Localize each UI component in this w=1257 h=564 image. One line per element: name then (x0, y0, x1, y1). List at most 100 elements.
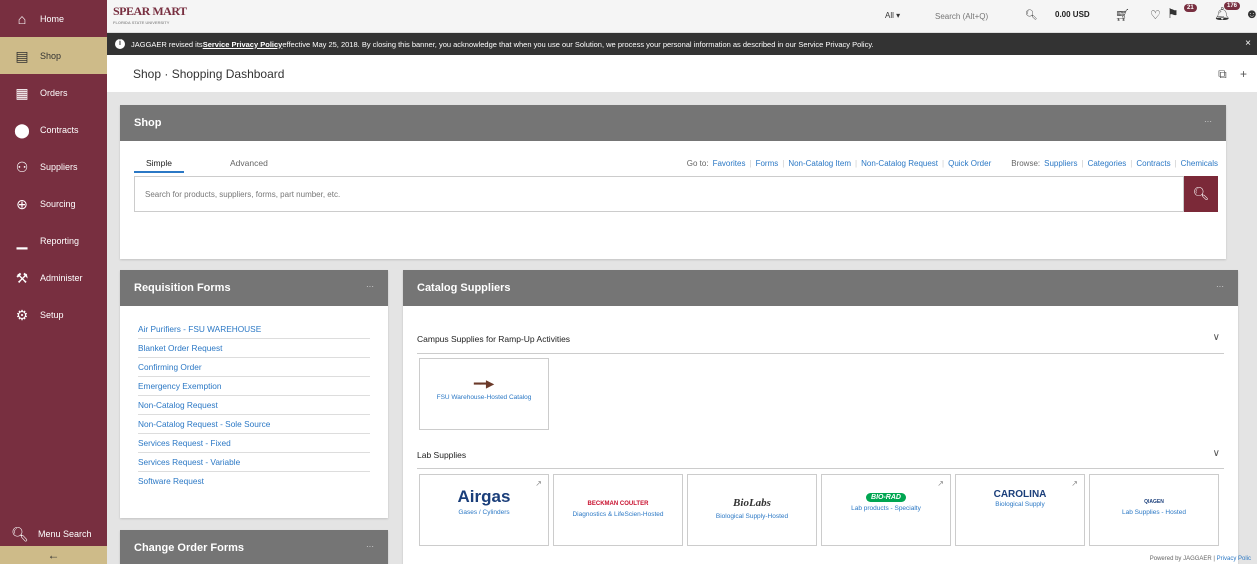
link-favorites[interactable]: Favorites (713, 159, 746, 168)
sidebar-item-orders[interactable]: ▦ Orders (0, 74, 107, 111)
external-link-icon[interactable]: ↗ (937, 479, 944, 488)
supplier-tile-airgas[interactable]: ↗ Airgas Gases / Cylinders (419, 474, 549, 546)
supplier-tile-qiagen[interactable]: QIAGEN Lab Supplies - Hosted (1089, 474, 1219, 546)
list-item[interactable]: Software Request (138, 472, 370, 491)
sidebar-item-administer[interactable]: ⚒ Administer (0, 259, 107, 296)
page-actions: ⧉ + (1208, 67, 1247, 82)
banner-text-before: JAGGAER revised its (131, 39, 203, 49)
sidebar-item-shop[interactable]: ▤ Shop (0, 37, 107, 74)
catalog-suppliers-panel: Catalog Suppliers ··· Campus Supplies fo… (403, 270, 1238, 564)
cart-total[interactable]: 0.00 USD (1055, 10, 1090, 19)
list-item[interactable]: Non-Catalog Request (138, 396, 370, 415)
more-options-icon[interactable]: ··· (1204, 117, 1212, 126)
link-quick-order[interactable]: Quick Order (948, 159, 991, 168)
privacy-policy-footer-link[interactable]: Privacy Polic (1217, 556, 1251, 562)
sidebar-item-label: Shop (40, 50, 62, 61)
sidebar-item-label: Reporting (40, 235, 80, 246)
list-item[interactable]: Blanket Order Request (138, 339, 370, 358)
more-options-icon[interactable]: ··· (1216, 282, 1224, 291)
search-icon: 🔍︎ (1192, 186, 1210, 201)
sidebar-item-reporting[interactable]: ▁ Reporting (0, 222, 107, 259)
external-link-icon[interactable]: ↗ (535, 479, 542, 488)
list-item[interactable]: Air Purifiers - FSU WAREHOUSE (138, 320, 370, 339)
top-header: SPEAR MART FLORIDA STATE UNIVERSITY All … (107, 0, 1257, 33)
supplier-tile-fsu-warehouse[interactable]: ━━▶ FSU Warehouse-Hosted Catalog (419, 358, 549, 430)
browse-label: Browse: (1011, 159, 1041, 168)
tab-simple[interactable]: Simple (134, 158, 184, 173)
collapse-sidebar-button[interactable]: ← (0, 546, 107, 564)
link-non-catalog-item[interactable]: Non-Catalog Item (788, 159, 851, 168)
sidebar-item-label: Administer (40, 272, 83, 283)
list-item[interactable]: Confirming Order (138, 358, 370, 377)
link-non-catalog-request[interactable]: Non-Catalog Request (861, 159, 938, 168)
list-item[interactable]: Services Request - Fixed (138, 434, 370, 453)
link-forms[interactable]: Forms (756, 159, 779, 168)
footer: Powered by JAGGAER | Privacy Polic (1150, 556, 1251, 562)
setup-icon: ⚙ (15, 306, 29, 323)
close-icon[interactable]: × (1245, 38, 1251, 49)
sidebar-item-label: Home (40, 13, 65, 24)
supplier-logo: BIO-RAD (866, 493, 906, 502)
product-search-input[interactable]: Search for products, suppliers, forms, p… (134, 176, 1184, 212)
supplier-label: Diagnostics & LifeScien-Hosted (572, 511, 664, 518)
cart-icon: ▤ (15, 47, 29, 64)
sidebar-item-label: Suppliers (40, 161, 78, 172)
chevron-down-icon[interactable]: ∨ (1213, 448, 1220, 459)
chevron-down-icon[interactable]: ∨ (1213, 332, 1220, 343)
more-options-icon[interactable]: ··· (366, 282, 374, 291)
arrow-left-icon: ← (47, 548, 60, 562)
shop-panel-title: Shop (134, 117, 162, 129)
sidebar-item-label: Sourcing (40, 198, 76, 209)
copy-icon[interactable]: ⧉ (1218, 67, 1227, 81)
supplier-tile-carolina[interactable]: ↗ CAROLINA Biological Supply (955, 474, 1085, 546)
tab-advanced[interactable]: Advanced (218, 158, 280, 173)
sidebar-item-label: Contracts (40, 124, 79, 135)
logo[interactable]: SPEAR MART FLORIDA STATE UNIVERSITY (113, 4, 187, 25)
link-suppliers[interactable]: Suppliers (1044, 159, 1077, 168)
more-options-icon[interactable]: ··· (366, 542, 374, 551)
user-icon[interactable]: ☻ (1245, 6, 1257, 21)
cart-icon[interactable]: 🛒︎ (1115, 8, 1130, 22)
change-order-forms-title: Change Order Forms (134, 542, 245, 554)
list-item[interactable]: Non-Catalog Request - Sole Source (138, 415, 370, 434)
shop-panel: Shop ··· Simple Advanced Go to: Favorite… (120, 105, 1226, 259)
menu-search-label: Menu Search (38, 529, 92, 539)
sidebar-item-suppliers[interactable]: ⚇ Suppliers (0, 148, 107, 185)
sidebar-item-home[interactable]: ⌂ Home (0, 0, 107, 37)
supplier-logo: QIAGEN (1144, 499, 1164, 505)
page-header: Shop · Shopping Dashboard ⧉ + (107, 55, 1257, 92)
supplier-label: Lab Supplies - Hosted (1122, 509, 1186, 516)
link-contracts[interactable]: Contracts (1136, 159, 1170, 168)
add-icon[interactable]: + (1240, 67, 1247, 81)
goto-label: Go to: (686, 159, 709, 168)
flag-icon[interactable]: ⚑ (1167, 6, 1179, 22)
supplier-tile-neb[interactable]: BioLabs Biological Supply-Hosted (687, 474, 817, 546)
search-mode-tabs: Simple Advanced (134, 158, 314, 173)
sourcing-icon: ⊕ (16, 195, 28, 212)
search-button[interactable]: 🔍︎ (1184, 176, 1218, 212)
link-chemicals[interactable]: Chemicals (1181, 159, 1218, 168)
list-item[interactable]: Emergency Exemption (138, 377, 370, 396)
logo-text: SPEAR MART (113, 4, 187, 18)
search-scope-dropdown[interactable]: All ▾ (885, 7, 923, 25)
global-search-input[interactable] (935, 7, 1015, 25)
privacy-banner: i JAGGAER revised its Service Privacy Po… (107, 33, 1257, 55)
requisition-forms-header: Requisition Forms ··· (120, 270, 388, 306)
search-icon[interactable]: 🔍︎ (1025, 10, 1038, 21)
link-categories[interactable]: Categories (1088, 159, 1127, 168)
heart-icon[interactable]: ♡ (1150, 8, 1161, 22)
menu-search-button[interactable]: 🔍︎ Menu Search (0, 522, 107, 546)
divider (417, 353, 1224, 354)
list-item[interactable]: Services Request - Variable (138, 453, 370, 472)
sidebar-item-sourcing[interactable]: ⊕ Sourcing (0, 185, 107, 222)
sidebar-item-setup[interactable]: ⚙ Setup (0, 296, 107, 333)
supplier-tile-beckman[interactable]: BECKMAN COULTER Diagnostics & LifeScien-… (553, 474, 683, 546)
notification-badge: 21 (1184, 4, 1197, 12)
privacy-policy-link[interactable]: Service Privacy Policy (203, 40, 283, 49)
external-link-icon[interactable]: ↗ (1071, 479, 1078, 488)
sidebar-item-contracts[interactable]: ⬤ Contracts (0, 111, 107, 148)
quick-links: Go to: Favorites | Forms | Non-Catalog Ite… (686, 159, 1218, 168)
home-icon: ⌂ (17, 10, 27, 27)
supplier-tile-biorad[interactable]: ↗ BIO-RAD Lab products - Specialty (821, 474, 951, 546)
bell-badge: 176 (1224, 2, 1241, 10)
